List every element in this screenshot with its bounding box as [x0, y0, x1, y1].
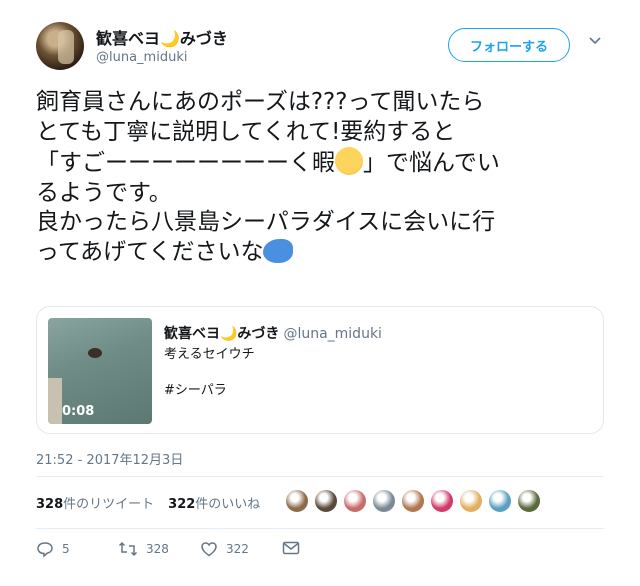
liker-avatar[interactable]: [458, 488, 484, 514]
retweet-button[interactable]: 328: [118, 540, 169, 558]
likes-label: 件のいいね: [195, 497, 261, 512]
envelope-icon: [282, 541, 300, 555]
tweet-line: 飼育員さんにあのポーズは???って聞いたら: [36, 89, 485, 115]
quoted-handle: @luna_miduki: [283, 326, 382, 342]
tweet-text: 飼育員さんにあのポーズは???って聞いたら とても丁寧に説明してくれて!要約する…: [36, 88, 616, 267]
liker-avatar[interactable]: [342, 488, 368, 514]
retweet-icon: [118, 541, 138, 557]
divider: [36, 528, 604, 529]
liker-avatar[interactable]: [429, 488, 455, 514]
quoted-body: 考えるセイウチ: [164, 347, 255, 362]
quoted-author: 歓喜ベヨ🌙みづき @luna_miduki: [164, 323, 382, 343]
quoted-tweet-card[interactable]: 0:08 歓喜ベヨ🌙みづき @luna_miduki 考えるセイウチ #シーパラ: [36, 306, 604, 434]
tweet-line: とても丁寧に説明してくれて!要約すると: [36, 118, 456, 145]
thumbnail-walrus: [88, 348, 102, 358]
thinking-face-icon: [335, 147, 363, 175]
tweet-line: 良かったら八景島シーパラダイスに会いに行: [36, 209, 496, 235]
reply-button[interactable]: 5: [36, 540, 70, 558]
tweet-actions: 5 328 322: [36, 540, 604, 562]
like-button[interactable]: 322: [200, 540, 249, 558]
liker-avatar[interactable]: [313, 488, 339, 514]
liker-avatar[interactable]: [371, 488, 397, 514]
video-duration: 0:08: [62, 404, 95, 419]
thumbnail-wall: [48, 378, 62, 424]
quoted-display-name: 歓喜ベヨ🌙みづき: [164, 326, 280, 342]
like-stats[interactable]: 322件のいいね: [168, 497, 260, 512]
tweet-header: 歓喜ベヨ🌙みづき @luna_miduki フォローする: [36, 20, 616, 76]
like-count: 322: [226, 542, 249, 556]
quoted-hashtag[interactable]: #シーパラ: [164, 383, 227, 398]
retweet-count: 328: [146, 542, 169, 556]
reply-count: 5: [62, 542, 70, 556]
retweets-label: 件のリツイート: [63, 497, 155, 512]
user-handle[interactable]: @luna_miduki: [96, 50, 187, 65]
quoted-text: 考えるセイウチ #シーパラ: [164, 346, 255, 400]
direct-message-button[interactable]: [282, 540, 308, 556]
reply-icon: [37, 542, 53, 558]
timestamp[interactable]: 21:52 - 2017年12月3日: [36, 449, 183, 468]
dolphin-icon: [263, 238, 294, 263]
likes-count: 322: [168, 497, 196, 512]
engagement-stats: 328件のリツイート 322件のいいね: [36, 493, 260, 512]
tweet-line: るようです。: [36, 179, 172, 206]
chevron-down-icon[interactable]: [588, 34, 602, 48]
tweet-line: 」で悩んでい: [363, 150, 500, 176]
follow-button[interactable]: フォローする: [448, 28, 570, 62]
video-thumbnail[interactable]: 0:08: [48, 318, 152, 424]
retweets-count: 328: [36, 497, 64, 512]
avatar[interactable]: [36, 22, 84, 70]
retweet-stats[interactable]: 328件のリツイート: [36, 497, 154, 512]
tweet-line: ってあげてくださいな: [36, 238, 264, 265]
liker-avatar[interactable]: [284, 488, 310, 514]
liker-avatar[interactable]: [400, 488, 426, 514]
heart-icon: [201, 542, 217, 557]
tweet-line: 「すごーーーーーーーーく暇: [36, 150, 335, 176]
liker-avatar[interactable]: [516, 488, 542, 514]
divider: [36, 476, 604, 477]
display-name[interactable]: 歓喜ベヨ🌙みづき: [96, 25, 228, 49]
liker-avatar[interactable]: [487, 488, 513, 514]
